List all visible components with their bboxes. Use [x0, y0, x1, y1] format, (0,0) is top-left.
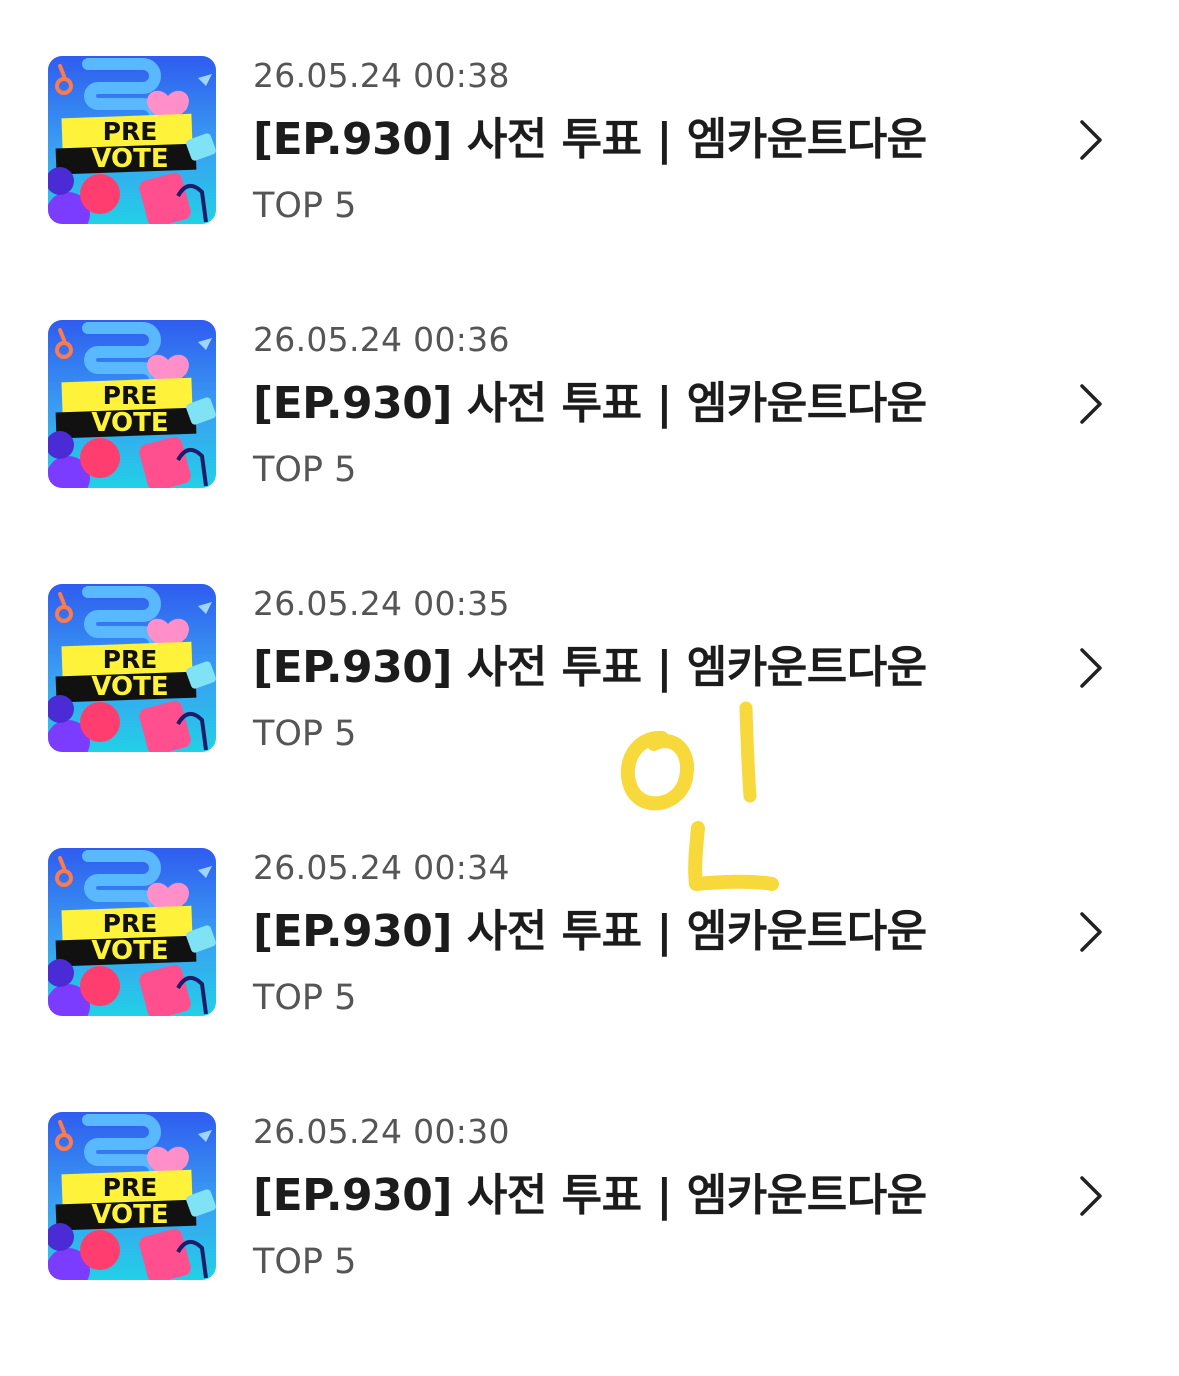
list-item[interactable]: PRE VOTE 26.05.24 00:36 [EP.930] 사전 투표 |…: [0, 320, 1179, 584]
svg-text:VOTE: VOTE: [91, 1200, 168, 1230]
item-title: [EP.930] 사전 투표 | 엠카운트다운: [253, 1170, 927, 1221]
svg-text:PRE: PRE: [103, 645, 158, 674]
item-subtitle: TOP 5: [253, 186, 357, 226]
svg-text:PRE: PRE: [103, 909, 158, 938]
item-title: [EP.930] 사전 투표 | 엠카운트다운: [253, 906, 927, 957]
item-subtitle: TOP 5: [253, 714, 357, 754]
pre-vote-thumbnail: PRE VOTE: [48, 56, 216, 224]
item-title: [EP.930] 사전 투표 | 엠카운트다운: [253, 378, 927, 429]
list-item[interactable]: PRE VOTE 26.05.24 00:30 [EP.930] 사전 투표 |…: [0, 1112, 1179, 1376]
svg-text:PRE: PRE: [103, 381, 158, 410]
pre-vote-thumbnail: PRE VOTE: [48, 1112, 216, 1280]
item-title: [EP.930] 사전 투표 | 엠카운트다운: [253, 114, 927, 165]
item-subtitle: TOP 5: [253, 450, 357, 490]
svg-text:VOTE: VOTE: [91, 936, 168, 966]
pre-vote-thumbnail: PRE VOTE: [48, 584, 216, 752]
item-subtitle: TOP 5: [253, 1242, 357, 1282]
pre-vote-thumbnail: PRE VOTE: [48, 320, 216, 488]
svg-text:PRE: PRE: [103, 117, 158, 146]
item-date: 26.05.24 00:30: [253, 1112, 510, 1151]
list-item[interactable]: PRE VOTE 26.05.24 00:35 [EP.930] 사전 투표 |…: [0, 584, 1179, 848]
list-item[interactable]: PRE VOTE 26.05.24 00:38 [EP.930] 사전 투표 |…: [0, 56, 1179, 320]
item-subtitle: TOP 5: [253, 978, 357, 1018]
svg-text:VOTE: VOTE: [91, 144, 168, 174]
item-date: 26.05.24 00:34: [253, 848, 510, 887]
vote-history-list: PRE VOTE 26.05.24 00:38 [EP.930] 사전 투표 |…: [0, 0, 1179, 1344]
chevron-right-icon[interactable]: [1074, 1174, 1106, 1218]
list-item[interactable]: PRE VOTE 26.05.24 00:34 [EP.930] 사전 투표 |…: [0, 848, 1179, 1112]
chevron-right-icon[interactable]: [1074, 910, 1106, 954]
pre-vote-thumbnail: PRE VOTE: [48, 848, 216, 1016]
svg-text:VOTE: VOTE: [91, 408, 168, 438]
item-date: 26.05.24 00:36: [253, 320, 510, 359]
svg-text:PRE: PRE: [103, 1173, 158, 1202]
chevron-right-icon[interactable]: [1074, 382, 1106, 426]
item-date: 26.05.24 00:35: [253, 584, 510, 623]
chevron-right-icon[interactable]: [1074, 646, 1106, 690]
item-date: 26.05.24 00:38: [253, 56, 510, 95]
item-title: [EP.930] 사전 투표 | 엠카운트다운: [253, 642, 927, 693]
chevron-right-icon[interactable]: [1074, 118, 1106, 162]
svg-text:VOTE: VOTE: [91, 672, 168, 702]
